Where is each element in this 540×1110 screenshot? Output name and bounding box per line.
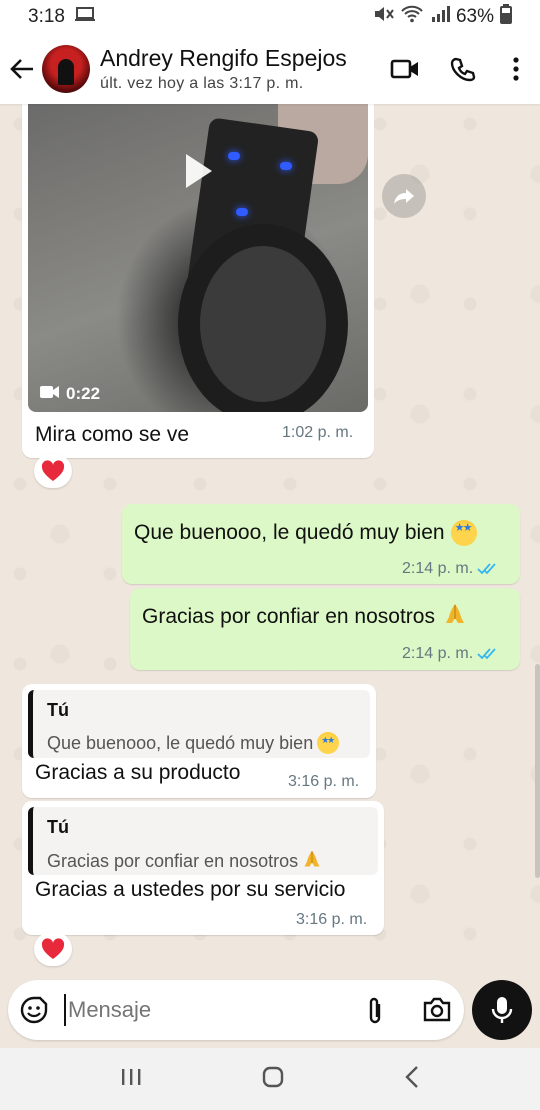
folded-hands-emoji [302, 849, 322, 874]
quoted-author: Tú [47, 817, 69, 837]
video-camera-icon [40, 384, 60, 404]
quoted-text-content: Gracias por confiar en nosotros [47, 851, 299, 871]
video-duration-text: 0:22 [66, 384, 101, 403]
heart-icon [41, 460, 65, 481]
quoted-text: Que buenooo, le quedó muy bien [47, 732, 340, 754]
double-check-icon [477, 648, 496, 660]
message-time: 2:14 p. m. [402, 560, 499, 578]
text-cursor [64, 994, 66, 1026]
signal-icon [430, 5, 450, 29]
message-text: Gracias por confiar en nosotros [142, 605, 435, 628]
star-struck-emoji [317, 732, 340, 754]
reaction-heart[interactable] [34, 932, 72, 966]
message-text: Mira como se ve [35, 423, 190, 446]
emoji-icon[interactable] [20, 996, 48, 1029]
message-text: Gracias a ustedes por su servicio [35, 878, 346, 901]
back-arrow-icon[interactable] [2, 34, 42, 104]
back-nav-icon[interactable] [404, 1065, 420, 1094]
wifi-icon [400, 4, 424, 30]
more-options-icon[interactable] [492, 34, 540, 104]
folded-hands-emoji [443, 602, 467, 632]
chat-header: Andrey Rengifo Espejos últ. vez hoy a la… [0, 34, 540, 104]
message-time: 2:14 p. m. [402, 645, 499, 663]
mute-icon [372, 4, 394, 30]
message-time: 3:16 p. m. [296, 911, 367, 929]
message-bubble-incoming[interactable]: 0:22 Mira como se ve 1:02 p. m. [22, 104, 374, 458]
status-time: 3:18 [28, 6, 65, 27]
message-bubble-outgoing[interactable]: Gracias por confiar en nosotros 2:14 p. … [130, 588, 520, 670]
message-bubble-incoming[interactable]: Tú Que buenooo, le quedó muy bien Gracia… [22, 684, 376, 798]
message-input[interactable] [68, 992, 338, 1028]
screen-icon [74, 6, 95, 28]
message-time-text: 1:02 p. m. [282, 424, 354, 441]
quoted-text-content: Que buenooo, le quedó muy bien [47, 732, 314, 753]
camera-icon[interactable] [422, 997, 452, 1028]
video-call-icon[interactable] [376, 34, 434, 104]
reaction-heart[interactable] [34, 454, 72, 488]
voice-call-icon[interactable] [434, 34, 492, 104]
contact-name: Andrey Rengifo Espejos [100, 45, 347, 71]
video-duration: 0:22 [40, 384, 100, 404]
message-content: Gracias por confiar en nosotros [142, 602, 467, 632]
quoted-message[interactable]: Tú Gracias por confiar en nosotros [28, 807, 378, 875]
heart-icon [41, 938, 65, 959]
video-thumbnail[interactable]: 0:22 [28, 104, 368, 412]
microphone-icon [491, 997, 513, 1023]
message-text: Gracias a su producto [35, 761, 241, 784]
message-time-text: 2:14 p. m. [402, 560, 474, 577]
play-icon[interactable] [186, 154, 212, 188]
chat-area[interactable]: 0:22 Mira como se ve 1:02 p. m. Que buen… [0, 104, 540, 980]
quoted-author: Tú [47, 700, 69, 720]
message-content: Que buenooo, le quedó muy bien [134, 520, 477, 546]
star-struck-emoji [450, 520, 477, 546]
message-time-text: 2:14 p. m. [402, 645, 474, 662]
quoted-text: Gracias por confiar en nosotros [47, 849, 322, 874]
battery-icon [500, 4, 512, 30]
attach-icon[interactable] [364, 996, 386, 1031]
message-bubble-outgoing[interactable]: Que buenooo, le quedó muy bien 2:14 p. m… [122, 504, 520, 584]
message-time: 1:02 p. m. [282, 424, 353, 442]
voice-message-button[interactable] [472, 980, 532, 1040]
double-check-icon [477, 563, 496, 575]
recent-apps-icon[interactable] [120, 1067, 142, 1092]
quoted-message[interactable]: Tú Que buenooo, le quedó muy bien [28, 690, 370, 758]
message-time: 3:16 p. m. [288, 773, 359, 791]
system-nav-bar [0, 1048, 540, 1110]
forward-button[interactable] [382, 174, 426, 218]
forward-icon [394, 189, 414, 204]
scrollbar[interactable] [535, 664, 540, 878]
message-composer[interactable] [8, 980, 464, 1040]
message-bubble-incoming[interactable]: Tú Gracias por confiar en nosotros Graci… [22, 801, 384, 935]
message-time-text: 3:16 p. m. [288, 773, 360, 790]
message-time-text: 3:16 p. m. [296, 911, 368, 928]
status-bar: 3:18 63% [0, 0, 540, 34]
contact-avatar[interactable] [42, 45, 90, 93]
message-text: Que buenooo, le quedó muy bien [134, 521, 445, 544]
last-seen: últ. vez hoy a las 3:17 p. m. [100, 75, 304, 92]
home-icon[interactable] [261, 1065, 285, 1094]
contact-info[interactable]: Andrey Rengifo Espejos últ. vez hoy a la… [100, 45, 376, 93]
battery-percent: 63% [455, 6, 494, 27]
